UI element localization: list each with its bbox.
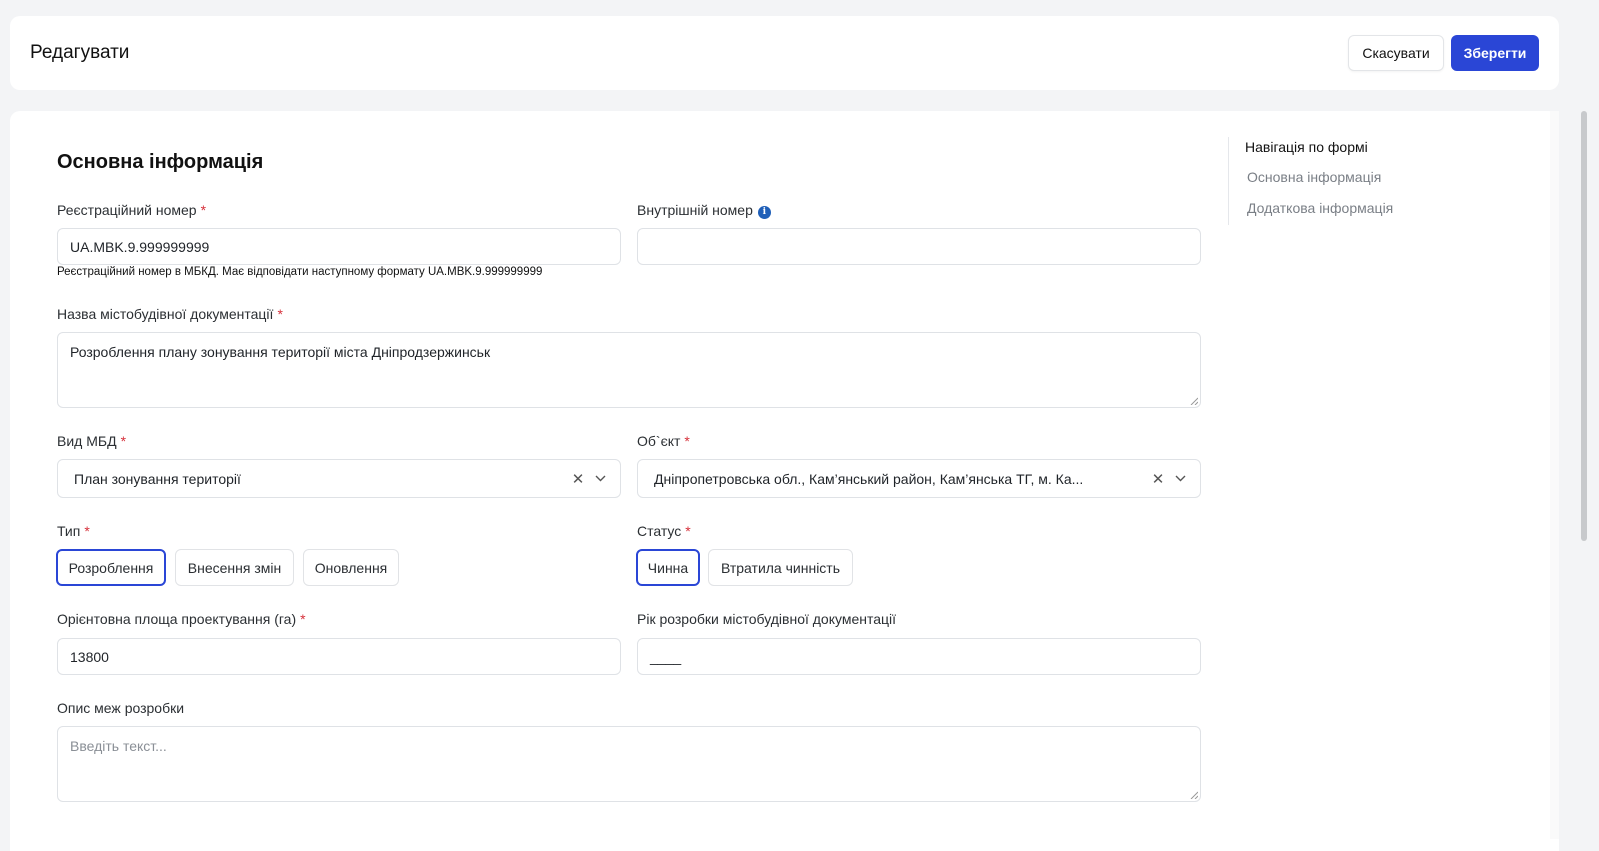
boundaries-label: Опис меж розробки (57, 700, 185, 716)
year-label: Рік розробки містобудівної документації (637, 611, 897, 627)
clear-icon[interactable]: ✕ (1150, 470, 1166, 488)
object-select[interactable]: Дніпропетровська обл., Кам’янський район… (637, 459, 1201, 498)
info-icon[interactable]: i (757, 206, 771, 219)
status-label-text: Статус (637, 523, 682, 539)
type-label-text: Тип (57, 523, 81, 539)
cancel-button[interactable]: Скасувати (1348, 35, 1444, 71)
reg-number-label: Реєстраційний номер * (57, 202, 206, 218)
mbd-type-label: Вид МБД * (57, 433, 126, 449)
page-title: Редагувати (30, 42, 130, 63)
nav-item-basic-info[interactable]: Основна інформація (1247, 169, 1381, 185)
required-mark: * (277, 306, 283, 322)
type-option-rozroblennia[interactable]: Розроблення (56, 549, 166, 586)
page-header: Редагувати Скасувати Зберегти (10, 16, 1559, 90)
type-option-vnesennia-zmin[interactable]: Внесення змін (175, 549, 294, 586)
required-mark: * (300, 611, 306, 627)
required-mark: * (120, 433, 127, 449)
required-mark: * (84, 523, 90, 539)
required-mark: * (684, 433, 690, 449)
reg-number-label-text: Реєстраційний номер (57, 202, 197, 218)
reg-number-input[interactable]: UA.MBK.9.999999999 (57, 228, 621, 265)
status-option-vtratyla-chynnist[interactable]: Втратила чинність (708, 549, 853, 586)
object-value: Дніпропетровська обл., Кам’янський район… (654, 470, 1084, 487)
mbd-type-label-text: Вид МБД (57, 433, 117, 449)
type-option-onovlennia[interactable]: Оновлення (303, 549, 399, 586)
status-label: Статус * (637, 523, 691, 539)
chevron-down-icon[interactable] (1172, 475, 1188, 482)
form-panel: Основна інформація Реєстраційний номер * … (10, 111, 1559, 851)
required-mark: * (685, 523, 691, 539)
scrollbar-track[interactable] (1550, 111, 1559, 839)
chevron-down-icon[interactable] (592, 475, 608, 482)
boundaries-placeholder: Введіть текст... (70, 738, 167, 754)
nav-item-additional-info[interactable]: Додаткова інформація (1247, 200, 1393, 216)
mbd-type-select[interactable]: План зонування території ✕ (57, 459, 621, 498)
clear-icon[interactable]: ✕ (570, 470, 586, 488)
resize-handle-icon[interactable] (1190, 397, 1198, 405)
form-navigation: Навігація по формі Основна інформація До… (1228, 137, 1429, 225)
reg-number-hint: Реєстраційний номер в МБКД. Має відповід… (57, 266, 543, 278)
area-label-text: Орієнтовна площа проектування (га) (57, 611, 297, 627)
doc-name-label-text: Назва містобудівної документації (57, 306, 274, 322)
mbd-type-value: План зонування території (74, 470, 241, 487)
doc-name-value: Розроблення плану зонування території мі… (70, 344, 491, 360)
nav-title: Навігація по формі (1245, 139, 1368, 155)
type-label: Тип * (57, 523, 90, 539)
doc-name-label: Назва містобудівної документації * (57, 306, 283, 322)
scrollbar-thumb[interactable] (1581, 111, 1587, 541)
object-label: Об`єкт * (637, 433, 690, 449)
area-input[interactable]: 13800 (57, 638, 621, 675)
doc-name-textarea[interactable]: Розроблення плану зонування території мі… (57, 332, 1201, 408)
object-label-text: Об`єкт (637, 433, 681, 449)
section-title: Основна інформація (57, 151, 264, 173)
boundaries-textarea[interactable]: Введіть текст... (57, 726, 1201, 802)
internal-number-label-text: Внутрішній номер (637, 202, 753, 218)
save-button[interactable]: Зберегти (1451, 35, 1539, 71)
resize-handle-icon[interactable] (1190, 791, 1198, 799)
required-mark: * (200, 202, 207, 218)
status-option-chynna[interactable]: Чинна (636, 549, 700, 586)
internal-number-input[interactable] (637, 228, 1201, 265)
internal-number-label: Внутрішній номер i (637, 202, 771, 219)
year-input[interactable]: ____ (637, 638, 1201, 675)
area-label: Орієнтовна площа проектування (га) * (57, 611, 306, 627)
